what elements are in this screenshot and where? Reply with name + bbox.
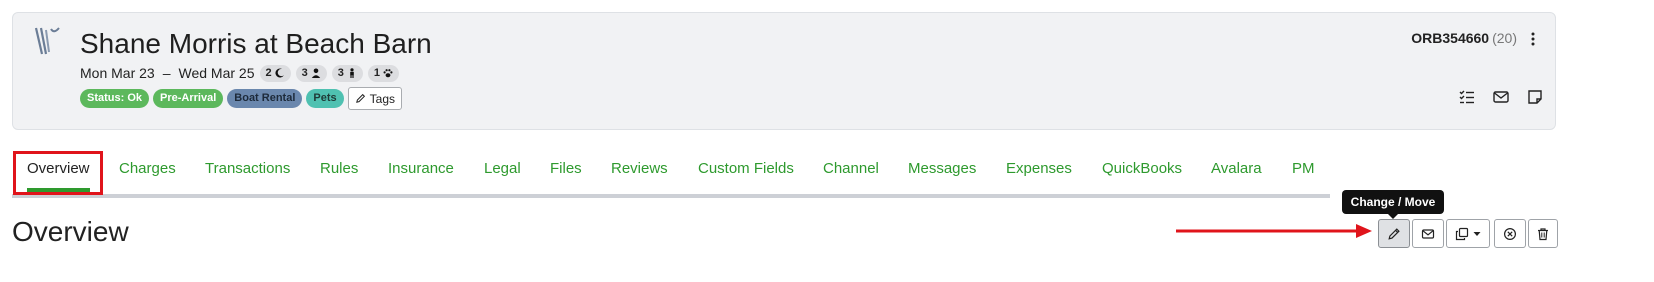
envelope-icon [1421, 228, 1435, 239]
header-action-icons [1458, 88, 1544, 106]
pencil-icon [355, 93, 365, 103]
child-icon [350, 68, 354, 78]
pre-arrival-badge: Pre-Arrival [153, 89, 224, 108]
reference-count: (20) [1492, 30, 1517, 46]
tab-expenses[interactable]: Expenses [1006, 150, 1072, 190]
tab-custom-fields[interactable]: Custom Fields [698, 150, 794, 190]
copy-icon [1455, 227, 1469, 240]
tab-label: Custom Fields [698, 160, 794, 177]
tab-avalara[interactable]: Avalara [1211, 150, 1262, 190]
reservation-reference: ORB354660 (20) [1411, 30, 1517, 46]
status-badge: Status: Ok [80, 89, 150, 108]
adults-count: 3 [301, 67, 308, 79]
tab-channel[interactable]: Channel [823, 150, 879, 190]
tab-label: Avalara [1211, 160, 1262, 177]
tab-charges[interactable]: Charges [119, 150, 176, 190]
tab-pm[interactable]: PM [1292, 150, 1315, 190]
pencil-icon [1388, 227, 1400, 240]
reference-code: ORB354660 [1411, 30, 1490, 46]
tags-label: Tags [369, 91, 396, 106]
checklist-icon[interactable] [1458, 88, 1476, 106]
edit-tags-button[interactable]: Tags [347, 87, 403, 110]
date-end: Wed Mar 25 [178, 65, 255, 81]
pets-pill: 1 [367, 64, 399, 82]
caret-down-icon [1473, 231, 1481, 236]
tab-transactions[interactable]: Transactions [205, 150, 290, 190]
tab-label: PM [1292, 160, 1315, 177]
date-separator: – [162, 65, 171, 81]
boat-rental-badge: Boat Rental [227, 89, 303, 108]
guest-title: Shane Morris at Beach Barn [80, 28, 432, 59]
overview-tab-highlight [13, 151, 103, 195]
tab-rules[interactable]: Rules [320, 150, 358, 190]
adult-icon [311, 68, 320, 78]
tab-label: Transactions [205, 160, 291, 177]
tab-reviews[interactable]: Reviews [611, 150, 668, 190]
change-move-button[interactable] [1378, 219, 1410, 248]
tab-label: Insurance [388, 160, 454, 177]
cancel-reservation-button[interactable] [1494, 219, 1526, 248]
paw-icon [383, 69, 393, 78]
nights-count: 2 [265, 67, 272, 79]
trash-icon [1538, 227, 1548, 240]
close-circle-icon [1503, 227, 1517, 240]
status-badges: Status: Ok Pre-Arrival Boat Rental Pets … [80, 87, 403, 110]
tab-label: Expenses [1006, 160, 1072, 177]
tab-label: Files [550, 160, 582, 177]
tab-label: Rules [320, 160, 359, 177]
pets-count: 1 [373, 67, 380, 79]
children-count: 3 [337, 67, 344, 79]
tab-files[interactable]: Files [550, 150, 582, 190]
stay-dates: Mon Mar 23 – Wed Mar 25 2 3 3 1 [80, 64, 399, 82]
section-title: Overview [12, 216, 129, 247]
pets-badge: Pets [306, 89, 344, 108]
children-pill: 3 [331, 64, 363, 82]
email-button[interactable] [1412, 219, 1444, 248]
tab-quickbooks[interactable]: QuickBooks [1102, 150, 1182, 190]
kebab-menu-icon[interactable] [1526, 30, 1540, 48]
tab-legal[interactable]: Legal [484, 150, 521, 190]
reservation-tabs: Overview Charges Transactions Rules Insu… [12, 150, 1330, 198]
tab-label: QuickBooks [1102, 160, 1183, 177]
change-move-tooltip: Change / Move [1342, 190, 1444, 219]
date-start: Mon Mar 23 [80, 65, 155, 81]
tab-label: Channel [823, 160, 879, 177]
tab-insurance[interactable]: Insurance [388, 150, 454, 190]
tab-messages[interactable]: Messages [908, 150, 976, 190]
tab-label: Reviews [611, 160, 668, 177]
delete-button[interactable] [1528, 219, 1558, 248]
copy-dropdown-button[interactable] [1446, 219, 1490, 248]
tab-label: Legal [484, 160, 521, 177]
envelope-icon[interactable] [1492, 88, 1510, 106]
nights-pill: 2 [259, 64, 291, 82]
adults-pill: 3 [295, 64, 327, 82]
note-icon[interactable] [1526, 88, 1544, 106]
moon-icon [275, 68, 284, 78]
brand-logo-icon [34, 27, 60, 55]
tab-label: Messages [908, 160, 977, 177]
tab-label: Charges [119, 160, 176, 177]
annotation-arrow [1176, 224, 1372, 238]
